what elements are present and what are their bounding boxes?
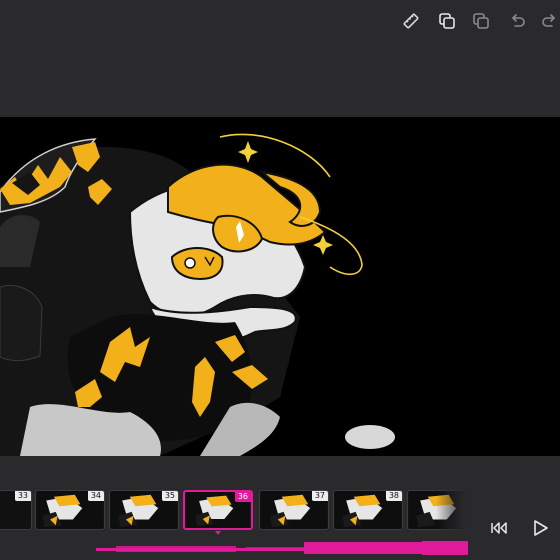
character-artwork — [0, 133, 395, 456]
timeline-panel: 33 34 35 36 37 38 — [0, 456, 560, 560]
frame-number: 38 — [385, 491, 402, 501]
frame-thumbnail[interactable]: 37 — [259, 490, 329, 530]
frame-thumbnail[interactable]: 33 — [0, 490, 32, 530]
frame-strip-fade — [436, 488, 466, 534]
top-toolbar — [0, 0, 560, 117]
frame-strip[interactable]: 33 34 35 36 37 38 — [0, 488, 466, 534]
play-icon[interactable] — [526, 514, 554, 542]
drawing-canvas[interactable] — [0, 117, 560, 456]
layers-icon[interactable] — [469, 9, 493, 33]
frame-thumbnail[interactable]: 34 — [35, 490, 105, 530]
timeline-scrubber[interactable] — [96, 540, 468, 556]
ruler-icon[interactable] — [399, 9, 423, 33]
skip-to-start-icon[interactable] — [485, 514, 513, 542]
current-frame-marker — [215, 531, 221, 535]
undo-icon[interactable] — [505, 9, 529, 33]
frame-number: 35 — [161, 491, 178, 501]
frame-thumbnail[interactable]: 38 — [333, 490, 403, 530]
frame-number: 33 — [14, 491, 31, 501]
frame-thumbnail-active[interactable]: 36 — [183, 490, 253, 530]
frame-number: 34 — [87, 491, 104, 501]
frame-number: 37 — [311, 491, 328, 501]
duplicate-icon[interactable] — [435, 9, 459, 33]
frame-number: 36 — [234, 492, 251, 502]
redo-icon[interactable] — [538, 9, 560, 33]
frame-thumbnail[interactable]: 35 — [109, 490, 179, 530]
